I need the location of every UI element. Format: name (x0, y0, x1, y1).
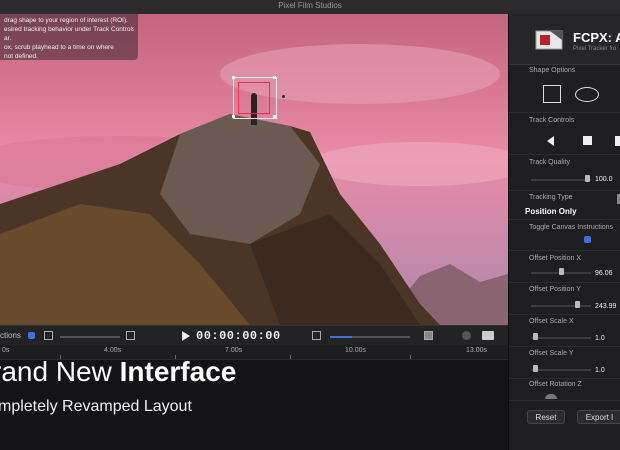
tick-mark (410, 355, 411, 359)
instructions-checkbox[interactable] (28, 332, 35, 339)
inspector-panel: FCPX: Au Pixel Tracker fro Shape Options… (508, 14, 620, 450)
rectangle-shape-icon[interactable] (543, 85, 561, 103)
promo-headline: rand New Interface (0, 356, 236, 388)
instruction-line: ar. (4, 35, 12, 42)
divider (509, 190, 620, 191)
tick-label: 13.00s (466, 347, 488, 354)
divider (509, 154, 620, 155)
roi-rectangle[interactable] (238, 82, 270, 114)
headline-bold-text: Interface (119, 356, 237, 387)
plugin-header: FCPX: Au Pixel Tracker fro (509, 14, 620, 65)
roi-handle-top-left[interactable] (232, 76, 235, 79)
instructions-label: ctions (0, 331, 21, 340)
offset-rotation-z-label: Offset Rotation Z (529, 381, 582, 388)
tick-label: 7.00s (225, 347, 243, 354)
window-titlebar: Pixel Film Studios (0, 0, 620, 15)
instruction-line: drag shape to your region of interest (R… (4, 17, 128, 24)
ellipse-shape-icon[interactable] (575, 87, 599, 102)
tracking-type-label: Tracking Type (529, 194, 573, 201)
viewer-control-bar: ctions 00:00:00:00 (0, 325, 508, 346)
play-icon[interactable] (182, 331, 190, 341)
instruction-line: esired tracking behavior under Track Con… (4, 26, 134, 33)
toggle-canvas-label: Toggle Canvas Instructions (529, 224, 614, 231)
divider (509, 400, 620, 401)
tick-label: 4.00s (104, 347, 122, 354)
track-controls-label: Track Controls (529, 117, 575, 124)
instruction-line: ox, scrub playhead to a time on where (4, 44, 114, 51)
roi-handle-top-right[interactable] (273, 76, 276, 79)
offset-position-x-thumb[interactable] (559, 268, 564, 275)
export-button[interactable]: Export I (577, 410, 620, 424)
track-quality-value[interactable]: 100.0 (595, 176, 613, 183)
track-backward-icon[interactable] (547, 136, 554, 146)
roi-rotate-handle[interactable] (282, 95, 285, 98)
stop-tracking-icon[interactable] (583, 136, 592, 145)
offset-position-y-thumb[interactable] (575, 301, 580, 308)
offset-position-y-slider[interactable] (531, 305, 591, 307)
offset-position-y-value[interactable]: 243.99 (595, 303, 616, 310)
shape-options-label: Shape Options (529, 67, 576, 74)
plugin-title: FCPX: Au (573, 30, 620, 45)
divider (509, 219, 620, 220)
offset-scale-x-slider[interactable] (531, 337, 591, 339)
scrub-range-slider[interactable] (60, 336, 120, 338)
offset-scale-x-value[interactable]: 1.0 (595, 335, 605, 342)
offset-scale-x-label: Offset Scale X (529, 318, 574, 325)
track-quality-slider[interactable] (531, 179, 591, 181)
tracking-type-value[interactable]: Position Only (525, 207, 577, 216)
tick-mark (290, 355, 291, 359)
camera-icon[interactable] (482, 331, 494, 340)
video-viewer[interactable]: drag shape to your region of interest (R… (0, 14, 508, 325)
divider (509, 282, 620, 283)
tick-label: 10.00s (345, 347, 367, 354)
offset-rotation-z-dial[interactable] (545, 394, 557, 399)
canvas-instructions: drag shape to your region of interest (R… (0, 14, 138, 60)
zoom-slider-fill (330, 336, 352, 338)
plugin-logo-icon (535, 30, 563, 50)
out-point-icon[interactable] (126, 331, 135, 340)
divider (509, 314, 620, 315)
in-point-icon[interactable] (44, 331, 53, 340)
divider (509, 378, 620, 379)
roi-handle-bottom-right[interactable] (273, 115, 276, 118)
divider (509, 112, 620, 113)
toggle-canvas-checkbox[interactable] (584, 236, 591, 243)
window-title: Pixel Film Studios (278, 1, 342, 10)
fullscreen-icon[interactable] (424, 331, 433, 340)
offset-scale-y-slider[interactable] (531, 369, 591, 371)
offset-scale-y-thumb[interactable] (533, 365, 538, 372)
record-icon[interactable] (462, 331, 471, 340)
promo-subline: mpletely Revamped Layout (0, 398, 192, 415)
offset-scale-y-value[interactable]: 1.0 (595, 367, 605, 374)
offset-scale-y-label: Offset Scale Y (529, 350, 574, 357)
plugin-subtitle: Pixel Tracker fro (573, 46, 617, 52)
offset-position-x-label: Offset Position X (529, 255, 582, 262)
offset-position-x-value[interactable]: 96.06 (595, 270, 613, 277)
tick-label: 0s (2, 347, 10, 354)
instruction-line: not defined. (4, 53, 38, 60)
track-forward-icon[interactable] (615, 136, 620, 146)
headline-text: rand New (0, 356, 120, 387)
offset-position-y-label: Offset Position Y (529, 286, 581, 293)
divider (509, 250, 620, 251)
timecode-display: 00:00:00:00 (196, 329, 281, 343)
track-quality-label: Track Quality (529, 159, 570, 166)
reset-button[interactable]: Reset (527, 410, 565, 424)
fit-view-icon[interactable] (312, 331, 321, 340)
roi-handle-bottom-left[interactable] (232, 115, 235, 118)
divider (509, 346, 620, 347)
offset-scale-x-thumb[interactable] (533, 333, 538, 340)
track-quality-slider-thumb[interactable] (585, 175, 590, 182)
